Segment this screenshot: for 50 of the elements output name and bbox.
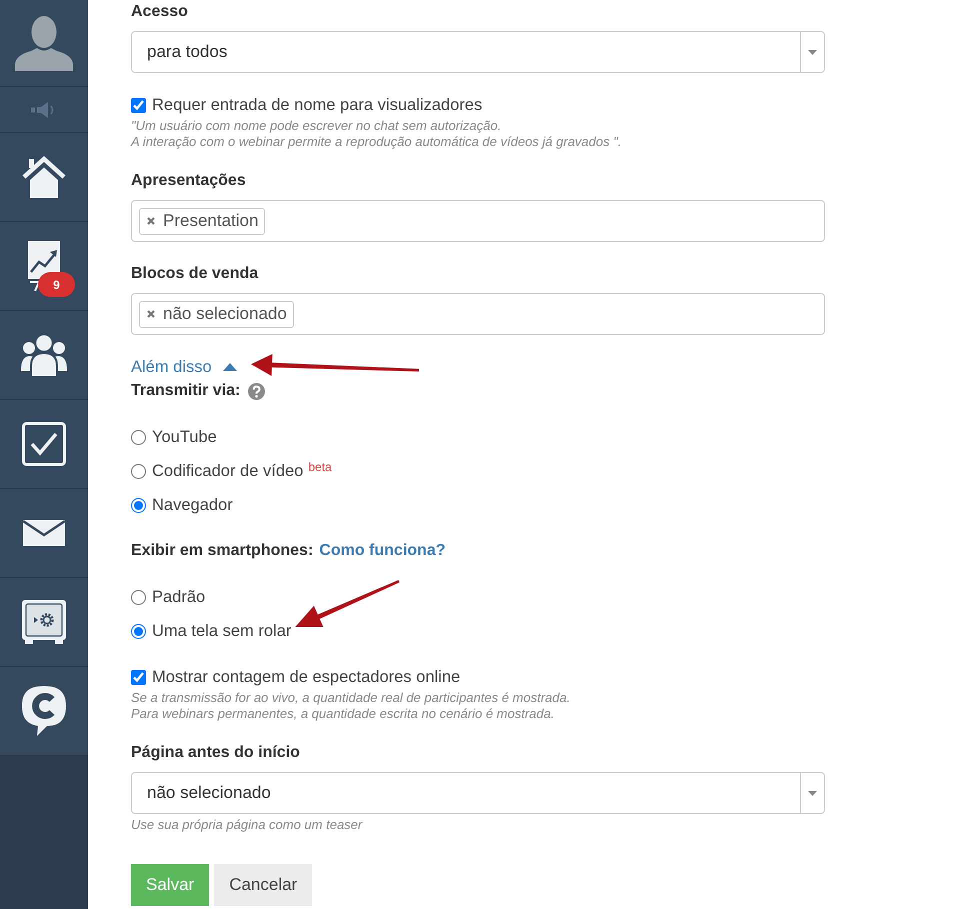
tag-input-field[interactable]: não selecionado: [131, 293, 825, 335]
check-square-icon[interactable]: [22, 422, 66, 466]
field-label: Blocos de venda: [131, 264, 260, 284]
radio-button[interactable]: [131, 464, 146, 478]
home-icon[interactable]: [21, 156, 67, 198]
tag[interactable]: não selecionado: [139, 300, 294, 328]
checkbox[interactable]: [131, 98, 146, 112]
caret-icon[interactable]: [808, 50, 817, 54]
radio-button[interactable]: [131, 430, 146, 444]
safe-icon[interactable]: [22, 600, 66, 644]
notification-badge: 9: [38, 272, 75, 297]
users-icon[interactable]: [21, 333, 67, 377]
hint-text: Use sua própria página como um teaser: [131, 817, 364, 832]
help-icon[interactable]: [248, 382, 266, 400]
option-label: YouTube: [152, 428, 217, 446]
remove-icon[interactable]: [147, 217, 155, 225]
checkbox[interactable]: [131, 670, 146, 684]
tag-input-field[interactable]: Presentation: [131, 200, 825, 242]
field-label: Acesso: [131, 2, 189, 22]
dropdown[interactable]: não selecionado: [131, 772, 825, 814]
field-label: Transmitir via:: [131, 381, 240, 401]
radio-button[interactable]: [131, 590, 146, 604]
option-label: Navegador: [152, 496, 233, 514]
expand-link[interactable]: Além disso: [131, 357, 237, 377]
option-label: Requer entrada de nome para visualizadores: [152, 96, 482, 114]
field-label: Página antes do início: [131, 743, 301, 763]
hint-text: Se a transmissão for ao vivo, a quantidade real de participantes é mostrada.: [131, 690, 572, 706]
cancel-button[interactable]: Cancelar: [214, 864, 312, 906]
tag[interactable]: Presentation: [139, 208, 266, 234]
mail-icon[interactable]: [23, 520, 65, 546]
field-label: Exibir em smartphones:: [131, 541, 314, 561]
beta-label: beta: [308, 461, 332, 473]
help-link[interactable]: Como funciona?: [319, 541, 446, 561]
avatar-icon[interactable]: [15, 15, 73, 71]
remove-icon[interactable]: [147, 310, 155, 318]
dropdown[interactable]: para todos: [131, 31, 825, 73]
hint-text: A interação com o webinar permite a reprodução automática de vídeos já gravados ".: [131, 134, 622, 149]
radio-button[interactable]: [131, 624, 146, 638]
caret-icon[interactable]: [808, 790, 817, 796]
hint-text: "Um usuário com nome pode escrever no chat sem autorização.: [131, 118, 502, 134]
caret-icon[interactable]: [222, 363, 237, 371]
chat-bubble-icon[interactable]: [22, 686, 66, 736]
option-label: Mostrar contagem de espectadores online: [152, 668, 460, 686]
presentation-chart-icon[interactable]: [27, 241, 61, 291]
option-label: Uma tela sem rolar: [152, 622, 292, 640]
option-label: Codificador de vídeo: [152, 462, 304, 480]
option-label: Padrão: [152, 588, 206, 606]
hint-text: Para webinars permanentes, a quantidade escrita no cenário é mostrada.: [131, 706, 556, 721]
radio-button[interactable]: [131, 498, 146, 512]
field-label: Apresentações: [131, 171, 247, 191]
